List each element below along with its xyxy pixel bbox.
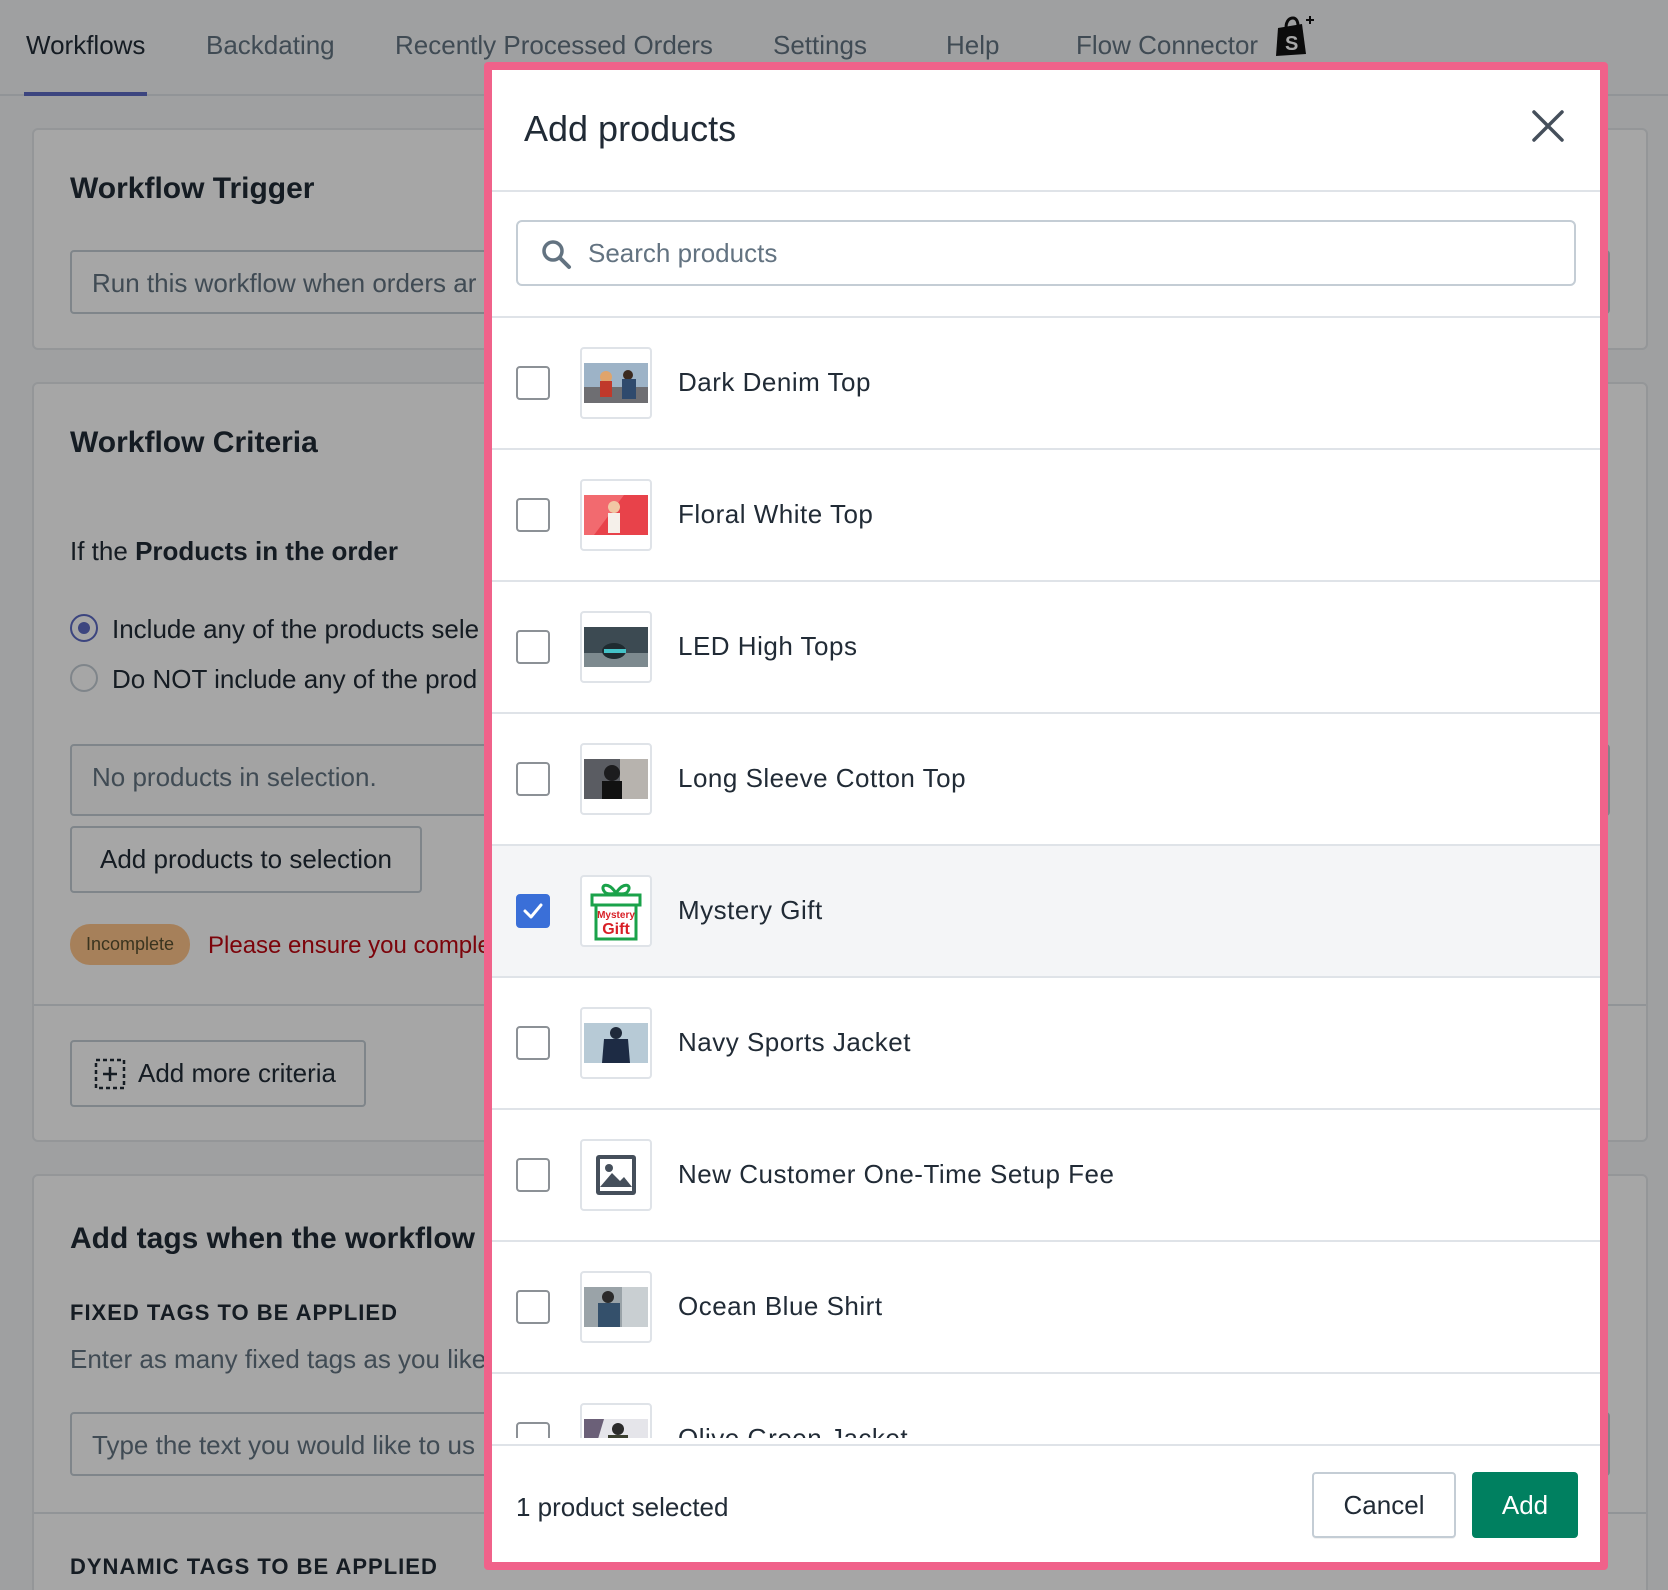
modal-title: Add products	[524, 108, 737, 149]
product-checkbox[interactable]	[516, 1290, 550, 1324]
product-name: Olive Green Jacket	[678, 1423, 909, 1438]
product-checkbox[interactable]	[516, 894, 550, 928]
product-row[interactable]: Mystery Gift Mystery Gift	[492, 846, 1600, 978]
product-photo	[584, 1023, 648, 1063]
product-thumbnail: Mystery Gift	[580, 875, 652, 947]
product-thumbnail	[580, 347, 652, 419]
product-row[interactable]: Floral White Top	[492, 450, 1600, 582]
product-thumbnail	[580, 479, 652, 551]
checkmark-icon	[523, 903, 543, 919]
mystery-gift-icon: Mystery Gift	[590, 883, 642, 941]
add-products-modal: Add products Dark Denim Top	[484, 62, 1608, 1570]
product-list: Dark Denim Top Floral White Top LED High…	[492, 318, 1600, 1438]
product-photo	[584, 495, 648, 535]
product-checkbox[interactable]	[516, 498, 550, 532]
product-row[interactable]: Long Sleeve Cotton Top	[492, 714, 1600, 846]
product-row[interactable]: New Customer One-Time Setup Fee	[492, 1110, 1600, 1242]
gift-text-top: Mystery	[597, 910, 635, 921]
product-name: Floral White Top	[678, 499, 874, 529]
product-photo	[584, 1419, 648, 1438]
product-row[interactable]: Navy Sports Jacket	[492, 978, 1600, 1110]
modal-header: Add products	[492, 70, 1600, 192]
product-thumbnail	[580, 1139, 652, 1211]
product-name: Ocean Blue Shirt	[678, 1291, 883, 1321]
search-box	[516, 220, 1576, 286]
product-checkbox[interactable]	[516, 630, 550, 664]
product-photo	[584, 627, 648, 667]
modal-footer: 1 product selected Cancel Add	[492, 1444, 1600, 1562]
product-thumbnail	[580, 611, 652, 683]
product-photo	[584, 759, 648, 799]
product-row[interactable]: Olive Green Jacket	[492, 1374, 1600, 1438]
product-photo	[584, 363, 648, 403]
product-name: Mystery Gift	[678, 895, 823, 925]
product-checkbox[interactable]	[516, 1026, 550, 1060]
product-thumbnail	[580, 1403, 652, 1438]
search-section	[492, 192, 1600, 318]
close-icon[interactable]	[1528, 106, 1568, 146]
product-row[interactable]: Ocean Blue Shirt	[492, 1242, 1600, 1374]
cancel-button[interactable]: Cancel	[1312, 1472, 1456, 1538]
product-name: New Customer One-Time Setup Fee	[678, 1159, 1115, 1189]
gift-text-bottom: Gift	[602, 921, 630, 938]
selected-count: 1 product selected	[516, 1492, 729, 1522]
product-checkbox[interactable]	[516, 1422, 550, 1438]
product-name: Navy Sports Jacket	[678, 1027, 911, 1057]
product-thumbnail	[580, 1007, 652, 1079]
product-checkbox[interactable]	[516, 1158, 550, 1192]
product-thumbnail	[580, 743, 652, 815]
product-name: LED High Tops	[678, 631, 858, 661]
image-placeholder-icon	[596, 1155, 636, 1195]
search-icon	[542, 240, 571, 269]
product-name: Long Sleeve Cotton Top	[678, 763, 967, 793]
product-checkbox[interactable]	[516, 366, 550, 400]
product-name: Dark Denim Top	[678, 367, 871, 397]
add-button[interactable]: Add	[1472, 1472, 1578, 1538]
product-checkbox[interactable]	[516, 762, 550, 796]
product-row[interactable]: Dark Denim Top	[492, 318, 1600, 450]
search-input[interactable]	[588, 226, 1564, 280]
product-photo	[584, 1287, 648, 1327]
product-row[interactable]: LED High Tops	[492, 582, 1600, 714]
product-thumbnail	[580, 1271, 652, 1343]
